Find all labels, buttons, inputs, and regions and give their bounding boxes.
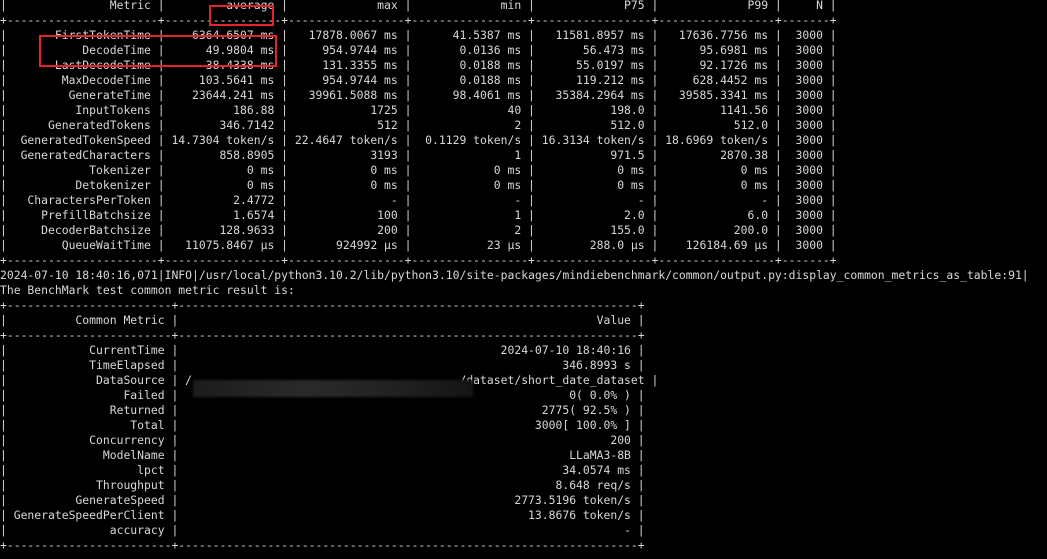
common-table-row: | Concurrency | 200 | (0, 433, 645, 447)
metrics-table-row: | QueueWaitTime | 11075.8467 μs | 924992… (0, 238, 837, 252)
common-table-header: | Common Metric | Value | (0, 313, 645, 327)
metrics-table-row: | GenerateTime | 23644.241 ms | 39961.50… (0, 88, 837, 102)
metrics-table-row: | PrefillBatchsize | 1.6574 | 100 | 1 | … (0, 208, 837, 222)
metrics-table-row: | GeneratedTokenSpeed | 14.7304 token/s … (0, 133, 837, 147)
common-table-row: | Returned | 2775( 92.5% ) | (0, 403, 645, 417)
metrics-table-row: | GeneratedTokens | 346.7142 | 512 | 2 |… (0, 118, 837, 132)
table-border: +------------------------+--------------… (0, 298, 645, 312)
metrics-table-header: | Metric | average | max | min | P75 | P… (0, 0, 837, 12)
table-border: +------------------------+--------------… (0, 328, 645, 342)
common-table-row: | Failed | 0( 0.0% ) | (0, 388, 645, 402)
metrics-table-row: | CharactersPerToken | 2.4772 | - | - | … (0, 193, 837, 207)
common-table-row: | GenerateSpeed | 2773.5196 token/s | (0, 493, 645, 507)
common-table-row: | ModelName | LLaMA3-8B | (0, 448, 645, 462)
common-table-row: | CurrentTime | 2024-07-10 18:40:16 | (0, 343, 645, 357)
metrics-table-row: | DecoderBatchsize | 128.9633 | 200 | 2 … (0, 223, 837, 237)
metrics-table-row: | Tokenizer | 0 ms | 0 ms | 0 ms | 0 ms … (0, 163, 837, 177)
terminal-output[interactable]: | Metric | average | max | min | P75 | P… (0, 0, 1029, 553)
table-border: +------------------------+--------------… (0, 538, 645, 552)
metrics-table-row: | FirstTokenTime | 6364.6507 ms | 17878.… (0, 28, 837, 42)
common-table-row: | accuracy | - | (0, 523, 645, 537)
common-table-row: | GenerateSpeedPerClient | 13.8676 token… (0, 508, 645, 522)
metrics-table-row: | LastDecodeTime | 38.4338 ms | 131.3355… (0, 58, 837, 72)
common-table-row: | lpct | 34.0574 ms | (0, 463, 645, 477)
metrics-table-row: | Detokenizer | 0 ms | 0 ms | 0 ms | 0 m… (0, 178, 837, 192)
redacted-path (193, 380, 473, 397)
common-table-row: | DataSource | / /dataset/short_date_dat… (0, 373, 659, 387)
metrics-table-row: | InputTokens | 186.88 | 1725 | 40 | 198… (0, 103, 837, 117)
log-line: 2024-07-10 18:40:16,071|INFO|/usr/local/… (0, 268, 1029, 282)
metrics-table-row: | MaxDecodeTime | 103.5641 ms | 954.9744… (0, 73, 837, 87)
result-title: The BenchMark test common metric result … (0, 283, 295, 297)
common-table-row: | TimeElapsed | 346.8993 s | (0, 358, 645, 372)
table-border: +----------------------+----------------… (0, 13, 837, 27)
table-border: +----------------------+----------------… (0, 253, 837, 267)
metrics-table-row: | DecodeTime | 49.9804 ms | 954.9744 ms … (0, 43, 837, 57)
metrics-table-row: | GeneratedCharacters | 858.8905 | 3193 … (0, 148, 837, 162)
common-table-row: | Total | 3000[ 100.0% ] | (0, 418, 645, 432)
common-table-row: | Throughput | 8.648 req/s | (0, 478, 645, 492)
